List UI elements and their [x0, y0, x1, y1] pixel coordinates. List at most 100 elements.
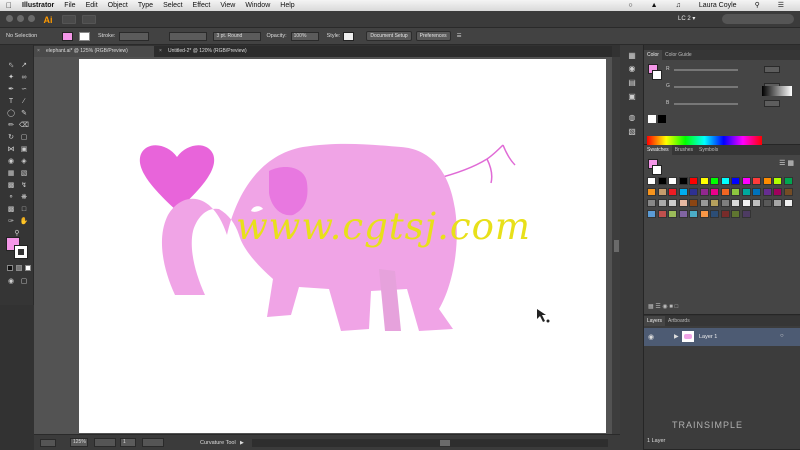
swatch[interactable] [689, 188, 698, 196]
swatch[interactable] [783, 199, 793, 207]
swatch[interactable] [762, 188, 772, 196]
swatch[interactable] [678, 210, 688, 218]
swatch[interactable] [668, 177, 677, 185]
swatch[interactable] [647, 210, 656, 218]
menu-view[interactable]: View [220, 2, 235, 9]
swatch[interactable] [762, 199, 772, 207]
type-tool-icon[interactable]: T [6, 97, 16, 106]
stroke-color-box[interactable] [14, 245, 28, 259]
rotate-tool-icon[interactable]: ↻ [6, 133, 16, 142]
graphic-styles-icon[interactable]: ▧ [627, 127, 637, 137]
draw-mode-icon[interactable]: ◉ [6, 277, 16, 286]
stroke-weight-field[interactable] [119, 31, 150, 41]
menu-select[interactable]: Select [163, 2, 182, 9]
swatch[interactable] [752, 188, 761, 196]
tab-untitled-2[interactable]: × Untitled-2* @ 120% (RGB/Preview) [156, 46, 266, 57]
column-graph-tool-icon[interactable]: ▩ [6, 205, 16, 214]
ellipse-tool-icon[interactable]: ◯ [6, 109, 16, 118]
pencil-tool-icon[interactable]: ✏ [6, 121, 16, 130]
paintbrush-tool-icon[interactable]: ✎ [19, 109, 29, 118]
color-mode-button[interactable] [7, 265, 13, 271]
live-paint-tool-icon[interactable]: ◈ [19, 157, 29, 166]
swatch[interactable] [773, 188, 782, 196]
tab-layers[interactable]: Layers [644, 316, 666, 326]
blend-tool-icon[interactable]: ⚬ [6, 193, 16, 202]
scale-tool-icon[interactable]: ▢ [19, 133, 29, 142]
swatch[interactable] [731, 199, 740, 207]
swatch[interactable] [678, 177, 688, 185]
graphic-style-swatch[interactable] [343, 31, 355, 41]
transform-icon[interactable]: ◉ [627, 64, 637, 74]
apple-icon[interactable]:  [6, 1, 12, 10]
document-setup-button[interactable]: Document Setup [366, 31, 412, 41]
expand-layer-icon[interactable]: ▶ [674, 333, 679, 340]
opacity-label[interactable]: Opacity: [266, 33, 286, 39]
menu-effect[interactable]: Effect [193, 2, 211, 9]
slice-tool-icon[interactable]: ✑ [6, 217, 16, 226]
swatch[interactable] [689, 210, 698, 218]
selection-tool-icon[interactable]: ⬁ [6, 61, 16, 70]
swatch[interactable] [720, 188, 730, 196]
layer-row[interactable]: ◉ ▶ Layer 1 ○ [644, 328, 800, 346]
zoom-window-button[interactable] [28, 15, 35, 22]
volume-icon[interactable]: ♫ [676, 2, 681, 9]
swatch[interactable] [647, 199, 656, 207]
swatch[interactable] [657, 199, 667, 207]
color-panel-stroke[interactable] [652, 70, 662, 80]
status-arrow-icon[interactable]: ▶ [240, 440, 244, 446]
tab-color-guide[interactable]: Color Guide [662, 50, 695, 60]
swatch[interactable] [741, 199, 751, 207]
menu-type[interactable]: Type [138, 2, 153, 9]
swatch[interactable] [689, 177, 698, 185]
minimize-window-button[interactable] [17, 15, 24, 22]
magic-wand-tool-icon[interactable]: ✦ [6, 73, 16, 82]
artboard-tool-icon[interactable]: □ [19, 205, 29, 214]
swatch[interactable] [720, 177, 730, 185]
spotlight-icon[interactable]: ⚲ [755, 1, 760, 9]
swatch-library-icon[interactable]: ▦ ☰ ◉ ■ □ [648, 303, 678, 310]
swatch[interactable] [731, 210, 740, 218]
horizontal-scroll-thumb[interactable] [440, 440, 450, 446]
swatch[interactable] [731, 188, 740, 196]
tab-artboards[interactable]: Artboards [665, 316, 693, 326]
layer-name[interactable]: Layer 1 [699, 334, 717, 340]
bridge-button[interactable] [62, 15, 76, 24]
appearance-icon[interactable]: ◍ [627, 113, 637, 123]
wifi-icon[interactable]: ▲ [651, 2, 658, 9]
swatch[interactable] [678, 188, 688, 196]
swatch[interactable] [752, 199, 761, 207]
variable-width-field[interactable] [169, 31, 208, 41]
user-name[interactable]: Laura Coyle [699, 2, 737, 9]
horizontal-scrollbar[interactable] [252, 439, 608, 447]
swatch[interactable] [678, 199, 688, 207]
swatch[interactable] [731, 177, 740, 185]
menu-help[interactable]: Help [280, 2, 294, 9]
swatch[interactable] [720, 210, 730, 218]
prev-artboard-button[interactable] [94, 438, 116, 447]
workspace-switcher[interactable]: LC 2 ▾ [678, 15, 718, 24]
tab-brushes[interactable]: Brushes [672, 145, 696, 155]
menu-object[interactable]: Object [108, 2, 128, 9]
none-mode-button[interactable] [25, 265, 31, 271]
swatch[interactable] [699, 210, 709, 218]
width-tool-icon[interactable]: ⋈ [6, 145, 16, 154]
swatch[interactable] [741, 210, 751, 218]
mesh-tool-icon[interactable]: ▧ [19, 169, 29, 178]
list-icon[interactable]: ☰ [778, 1, 784, 9]
line-tool-icon[interactable]: ∕ [19, 97, 29, 106]
swatch[interactable] [720, 199, 730, 207]
gradient-tool-icon[interactable]: ▩ [6, 181, 16, 190]
close-tab-icon[interactable]: × [159, 46, 162, 57]
list-view-icon[interactable]: ☰ ▦ [779, 159, 794, 167]
swatch[interactable] [741, 177, 751, 185]
menu-file[interactable]: File [64, 2, 75, 9]
swatch[interactable] [699, 177, 709, 185]
hand-tool-icon[interactable]: ✋ [19, 217, 29, 226]
target-circle-icon[interactable]: ○ [780, 333, 784, 339]
pen-tool-icon[interactable]: ✒ [6, 85, 16, 94]
close-tab-icon[interactable]: × [37, 46, 40, 57]
direct-selection-tool-icon[interactable]: ↗ [19, 61, 29, 70]
swatch[interactable] [699, 188, 709, 196]
align-icon[interactable]: ▤ [627, 78, 637, 88]
free-transform-tool-icon[interactable]: ▣ [19, 145, 29, 154]
